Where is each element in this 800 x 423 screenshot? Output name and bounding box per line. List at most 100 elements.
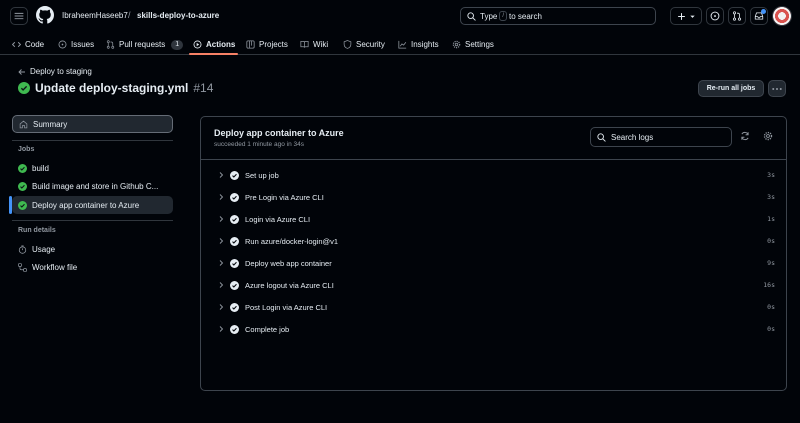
job-step[interactable]: Set up job 3s (215, 167, 775, 183)
job-step-duration: 0s (767, 303, 775, 311)
issues-icon (710, 11, 720, 21)
tab-code[interactable]: Code (12, 34, 44, 55)
repo-owner-link[interactable]: IbraheemHaseeb7 (62, 11, 128, 20)
tab-issues[interactable]: Issues (58, 34, 94, 55)
check-circle-fill-icon (18, 82, 30, 94)
global-search-input[interactable]: Type / to search (460, 7, 656, 25)
sidebar-divider (12, 140, 173, 141)
tab-pull-requests[interactable]: Pull requests 1 (106, 34, 184, 55)
tab-security-label: Security (356, 40, 385, 49)
inbox-button[interactable] (750, 7, 768, 25)
job-item-build-image[interactable]: Build image and store in Github C... (12, 177, 173, 195)
user-avatar[interactable] (772, 6, 792, 26)
arrow-left-icon (18, 68, 25, 75)
workflow-file-link[interactable]: Workflow file (12, 259, 77, 275)
job-step-duration: 9s (767, 259, 775, 267)
gear-icon (452, 40, 461, 49)
chevron-down-icon (689, 15, 695, 18)
job-item-label: build (32, 163, 49, 173)
job-step-name: Run azure/docker-login@v1 (245, 236, 339, 246)
tab-code-label: Code (25, 40, 45, 49)
run-details-heading: Run details (18, 227, 56, 234)
repo-separator: / (128, 10, 131, 20)
job-item-build[interactable]: build (12, 159, 173, 177)
global-header: IbraheemHaseeb7 / skills-deploy-to-azure… (0, 0, 800, 55)
chevron-right-icon (219, 260, 224, 266)
job-step[interactable]: Pre Login via Azure CLI 3s (215, 189, 775, 205)
check-circle-fill-icon (230, 258, 239, 268)
actions-play-icon (193, 40, 202, 49)
github-logo-icon (36, 6, 54, 24)
chevron-right-icon (219, 216, 224, 222)
job-step[interactable]: Deploy web app container 9s (215, 255, 775, 271)
job-step-duration: 1s (767, 215, 775, 223)
workflow-icon (18, 262, 27, 272)
tab-insights[interactable]: Insights (398, 34, 439, 55)
tab-actions-label: Actions (206, 40, 236, 49)
create-new-button[interactable] (670, 7, 702, 25)
job-step-name: Deploy web app container (245, 258, 332, 268)
tab-security[interactable]: Security (343, 34, 385, 55)
tab-projects[interactable]: Projects (246, 34, 288, 55)
job-step[interactable]: Run azure/docker-login@v1 0s (215, 233, 775, 249)
gear-icon (763, 131, 773, 141)
job-item-label: Build image and store in Github C... (32, 181, 159, 191)
refresh-logs-button[interactable] (740, 131, 750, 141)
issues-button[interactable] (706, 7, 724, 25)
menu-icon (14, 12, 24, 20)
usage-link[interactable]: Usage (12, 241, 55, 257)
check-circle-fill-icon (18, 163, 27, 173)
job-title: Deploy app container to Azure (214, 128, 344, 138)
job-step-name: Pre Login via Azure CLI (245, 192, 324, 202)
job-step-duration: 0s (767, 325, 775, 333)
tab-wiki[interactable]: Wiki (300, 34, 328, 55)
chevron-right-icon (219, 304, 224, 310)
shield-icon (343, 40, 352, 49)
check-circle-fill-icon (230, 280, 239, 290)
tab-issues-label: Issues (71, 40, 95, 49)
tab-actions[interactable]: Actions (193, 34, 235, 55)
job-step-name: Azure logout via Azure CLI (245, 280, 334, 290)
check-circle-fill-icon (230, 324, 239, 334)
check-circle-fill-icon (18, 181, 27, 191)
job-step[interactable]: Azure logout via Azure CLI 16s (215, 277, 775, 293)
chevron-right-icon (219, 172, 224, 178)
jobs-heading: Jobs (18, 146, 35, 153)
back-to-workflow-link[interactable]: Deploy to staging (18, 67, 92, 76)
menu-button[interactable] (10, 7, 28, 25)
chevron-right-icon (219, 282, 224, 288)
job-step-name: Post Login via Azure CLI (245, 302, 328, 312)
job-step-name: Complete job (245, 324, 290, 334)
job-step[interactable]: Login via Azure CLI 1s (215, 211, 775, 227)
job-step-duration: 16s (763, 281, 775, 289)
tab-settings[interactable]: Settings (452, 34, 494, 55)
chevron-right-icon (219, 326, 224, 332)
kebab-horizontal-icon (772, 87, 782, 90)
check-circle-fill-icon (230, 302, 239, 312)
run-title-text: Update deploy-staging.yml (35, 81, 189, 95)
log-settings-button[interactable] (763, 131, 773, 141)
pull-requests-count-badge: 1 (171, 39, 184, 50)
search-icon (467, 11, 476, 21)
github-logo[interactable] (36, 6, 54, 24)
job-step[interactable]: Post Login via Azure CLI 0s (215, 299, 775, 315)
back-to-workflow-label: Deploy to staging (30, 67, 92, 76)
summary-nav-item[interactable]: Summary (12, 115, 173, 133)
tab-wiki-label: Wiki (313, 40, 329, 49)
more-options-button[interactable] (768, 80, 786, 97)
search-shortcut-key: / (499, 11, 508, 21)
active-tab-indicator (189, 53, 238, 55)
chevron-right-icon (219, 238, 224, 244)
stopwatch-icon (18, 244, 27, 254)
rerun-all-jobs-button[interactable]: Re-run all jobs (698, 80, 764, 97)
search-icon (597, 132, 606, 142)
check-circle-fill-icon (18, 200, 27, 210)
search-logs-input[interactable]: Search logs (590, 127, 732, 147)
job-step[interactable]: Complete job 0s (215, 321, 775, 337)
pull-requests-button[interactable] (728, 7, 746, 25)
tab-projects-label: Projects (259, 40, 288, 49)
job-step-duration: 3s (767, 193, 775, 201)
job-item-deploy[interactable]: Deploy app container to Azure (12, 196, 173, 214)
repo-name-link[interactable]: skills-deploy-to-azure (137, 11, 219, 20)
usage-label: Usage (32, 244, 56, 254)
